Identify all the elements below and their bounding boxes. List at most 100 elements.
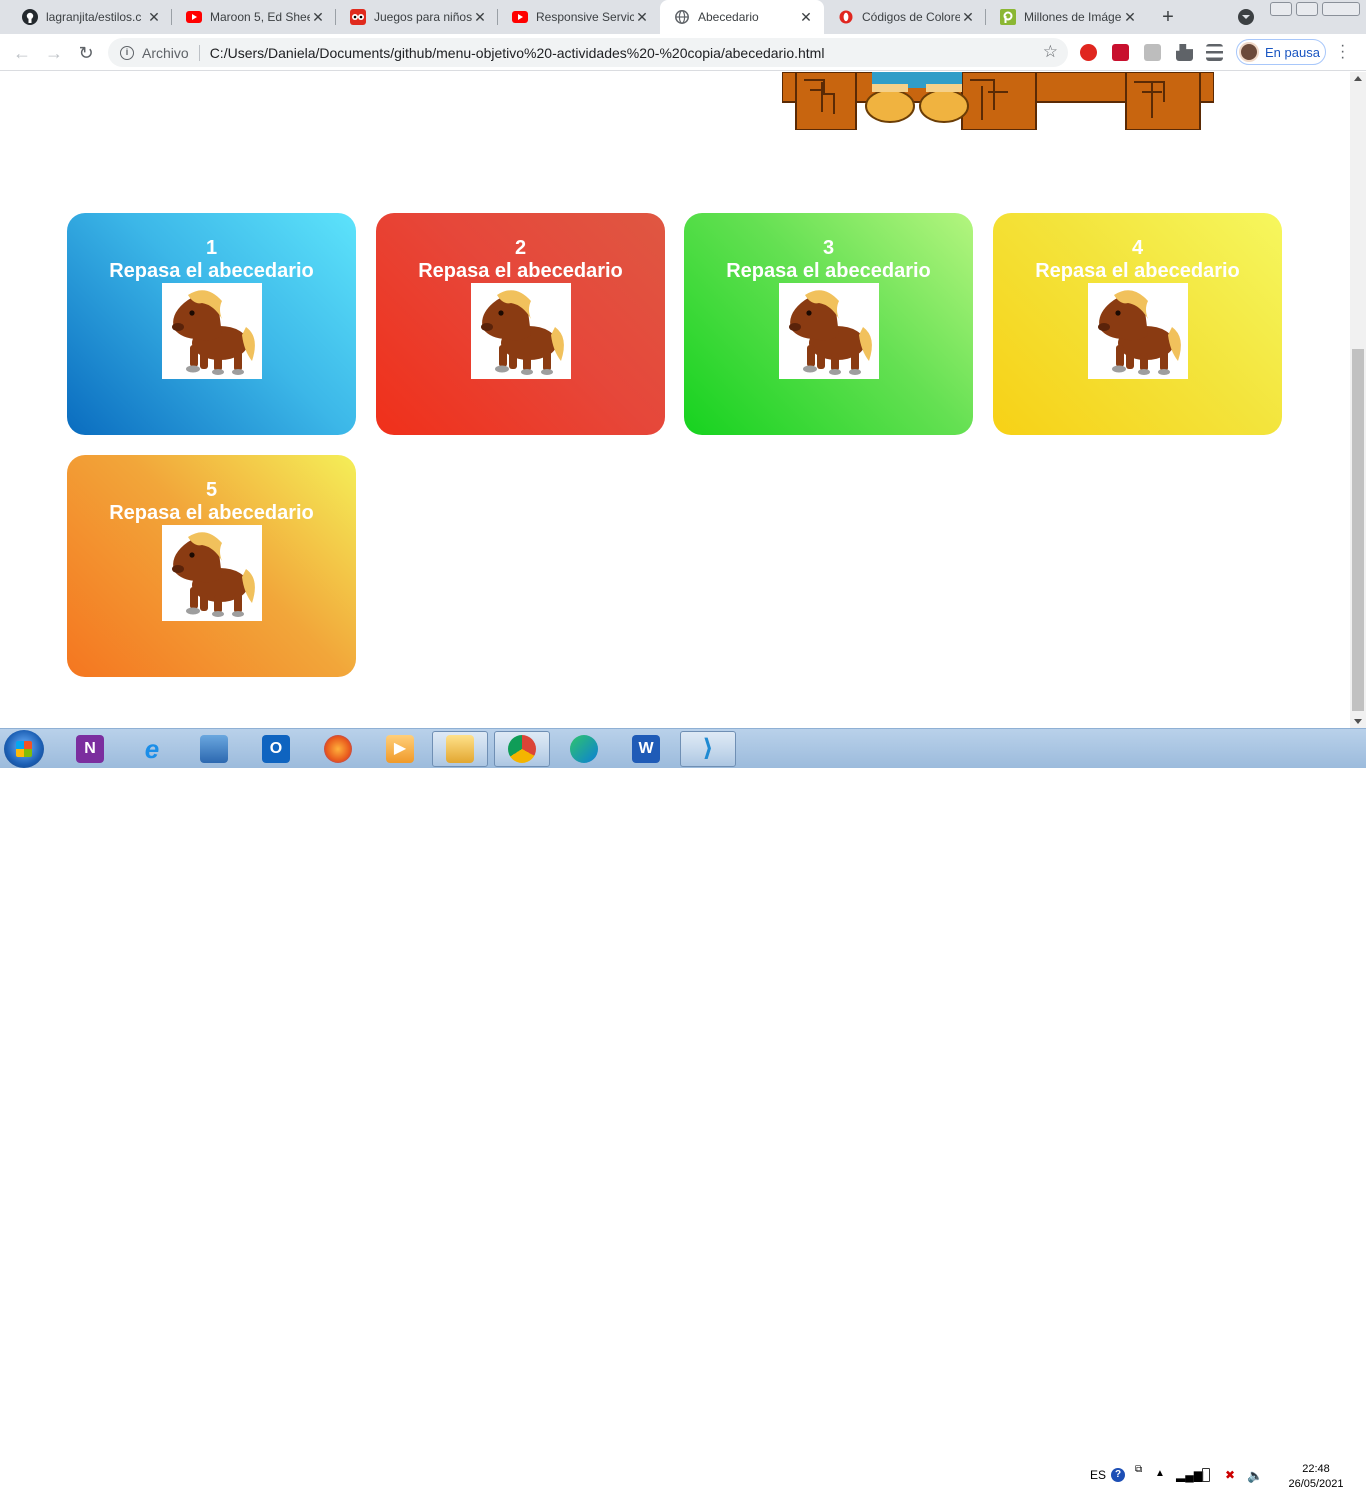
tab-title: lagranjita/estilos.c [46, 10, 142, 24]
close-icon[interactable]: ✕ [1122, 9, 1138, 25]
close-icon[interactable]: ✕ [472, 9, 488, 25]
avatar [1239, 42, 1259, 62]
tab-youtube-maroon5[interactable]: Maroon 5, Ed Shee ✕ [172, 0, 336, 34]
start-button[interactable] [4, 730, 44, 768]
tab-juegos[interactable]: Juegos para niños ✕ [336, 0, 498, 34]
card-number: 1 [205, 237, 218, 259]
extensions-puzzle-icon[interactable] [1176, 44, 1193, 61]
network-signal-icon[interactable]: ▂▄▆ [1176, 1468, 1203, 1482]
card-number: 2 [514, 237, 527, 259]
card-title: Repasa el abecedario [109, 502, 314, 524]
tab-title: Maroon 5, Ed Shee [210, 10, 310, 24]
taskbar-vscode[interactable]: ⟩ [680, 731, 736, 767]
menu-kebab-icon[interactable]: · · · [1340, 38, 1345, 66]
card-title: Repasa el abecedario [726, 260, 931, 282]
taskbar-media-player[interactable]: ▶ [372, 731, 428, 767]
pdf-extension-icon[interactable] [1144, 44, 1161, 61]
info-icon[interactable]: i [120, 45, 134, 60]
help-icon[interactable]: ? [1111, 1468, 1125, 1482]
minimize-button[interactable] [1270, 2, 1292, 16]
tab-pixabay[interactable]: Millones de Imáge ✕ [986, 0, 1148, 34]
forward-arrow-icon[interactable]: → [42, 41, 66, 65]
language-indicator[interactable]: ES [1090, 1468, 1106, 1482]
volume-icon[interactable]: 🔈 [1247, 1468, 1263, 1484]
close-icon[interactable]: ✕ [310, 9, 326, 25]
url-text[interactable]: C:/Users/Daniela/Documents/github/menu-o… [210, 45, 825, 61]
vscode-icon: ⟩ [702, 735, 714, 762]
taskbar-internet-explorer[interactable]: e [124, 731, 180, 767]
taskbar-onenote[interactable]: N [62, 731, 118, 767]
taskbar-edge[interactable] [556, 731, 612, 767]
activity-card[interactable]: 2 Repasa el abecedario [376, 213, 665, 435]
tab-search-icon[interactable] [1238, 9, 1254, 25]
back-arrow-icon[interactable]: ← [10, 41, 34, 65]
tab-title: Abecedario [698, 10, 759, 24]
reload-icon[interactable]: ↻ [74, 41, 98, 65]
close-icon[interactable]: ✕ [798, 9, 814, 25]
taskbar-word[interactable]: W [618, 731, 674, 767]
clock-date: 26/05/2021 [1288, 1478, 1344, 1490]
scroll-up-arrow-icon[interactable] [1354, 76, 1362, 81]
card-number: 4 [1131, 237, 1144, 259]
browser-toolbar: ← → ↻ i Archivo C:/Users/Daniela/Documen… [0, 34, 1366, 71]
close-icon[interactable]: ✕ [634, 9, 650, 25]
taskbar-outlook[interactable]: O [248, 731, 304, 767]
horse-image[interactable] [161, 283, 262, 379]
vertical-scrollbar[interactable] [1350, 72, 1366, 728]
adblock-extension-icon[interactable] [1080, 44, 1097, 61]
new-tab-button[interactable]: + [1156, 6, 1180, 28]
address-bar[interactable]: i Archivo C:/Users/Daniela/Documents/git… [108, 38, 1068, 67]
tab-github[interactable]: lagranjita/estilos.c ✕ [8, 0, 172, 34]
profile-button[interactable]: En pausa [1236, 39, 1326, 65]
close-icon[interactable]: ✕ [960, 9, 976, 25]
display-icon[interactable]: ⧉ [1135, 1464, 1142, 1475]
card-title: Repasa el abecedario [1035, 260, 1240, 282]
taskbar-firefox[interactable] [310, 731, 366, 767]
show-hidden-icons-icon[interactable]: ▲ [1155, 1468, 1165, 1479]
mendeley-extension-icon[interactable] [1112, 44, 1129, 61]
internet-explorer-icon: e [144, 734, 160, 764]
bookmark-star-icon[interactable]: ☆ [1043, 42, 1058, 62]
restore-button[interactable] [1296, 2, 1318, 16]
activity-card[interactable]: 3 Repasa el abecedario [684, 213, 973, 435]
card-number: 5 [205, 479, 218, 501]
media-player-icon: ▶ [386, 735, 414, 763]
close-icon[interactable]: ✕ [146, 9, 162, 25]
tab-title: Códigos de Colore [862, 10, 960, 24]
close-window-button[interactable] [1322, 2, 1360, 16]
scrollbar-thumb[interactable] [1352, 349, 1364, 711]
tab-title: Millones de Imáge [1024, 10, 1122, 24]
tab-title: Responsive Service [536, 10, 634, 24]
horse-image[interactable] [161, 525, 262, 621]
youtube-icon [186, 9, 202, 25]
horse-image[interactable] [778, 283, 879, 379]
page-viewport: 1 Repasa el abecedario 2 Repasa el abece… [0, 72, 1350, 728]
network-error-icon[interactable]: ✖ [1225, 1468, 1235, 1482]
activity-card[interactable]: 4 Repasa el abecedario [993, 213, 1282, 435]
activity-card[interactable]: 1 Repasa el abecedario [67, 213, 356, 435]
horse-image[interactable] [470, 283, 571, 379]
activity-card[interactable]: 5 Repasa el abecedario [67, 455, 356, 677]
youtube-icon [512, 9, 528, 25]
taskbar-file-explorer[interactable] [432, 731, 488, 767]
taskbar-control-panel[interactable] [186, 731, 242, 767]
protocol-label: Archivo [142, 44, 189, 61]
horse-image[interactable] [1087, 283, 1188, 379]
chrome-icon [508, 735, 536, 763]
card-title: Repasa el abecedario [109, 260, 314, 282]
media-control-icon[interactable] [1206, 44, 1223, 61]
tab-codigos-colores[interactable]: Códigos de Colore ✕ [824, 0, 986, 34]
card-number: 3 [822, 237, 835, 259]
system-clock[interactable]: 22:48 26/05/2021 [1284, 1462, 1348, 1492]
taskbar-chrome[interactable] [494, 731, 550, 767]
edge-icon [570, 735, 598, 763]
github-icon [22, 9, 38, 25]
battery-icon[interactable] [1202, 1468, 1210, 1482]
tab-abecedario[interactable]: Abecedario ✕ [660, 0, 824, 34]
opera-icon [838, 9, 854, 25]
tab-youtube-responsive[interactable]: Responsive Service ✕ [498, 0, 660, 34]
tab-strip: lagranjita/estilos.c ✕ Maroon 5, Ed Shee… [0, 0, 1366, 34]
globe-icon [674, 9, 690, 25]
owl-icon [350, 9, 366, 25]
scroll-down-arrow-icon[interactable] [1354, 719, 1362, 724]
